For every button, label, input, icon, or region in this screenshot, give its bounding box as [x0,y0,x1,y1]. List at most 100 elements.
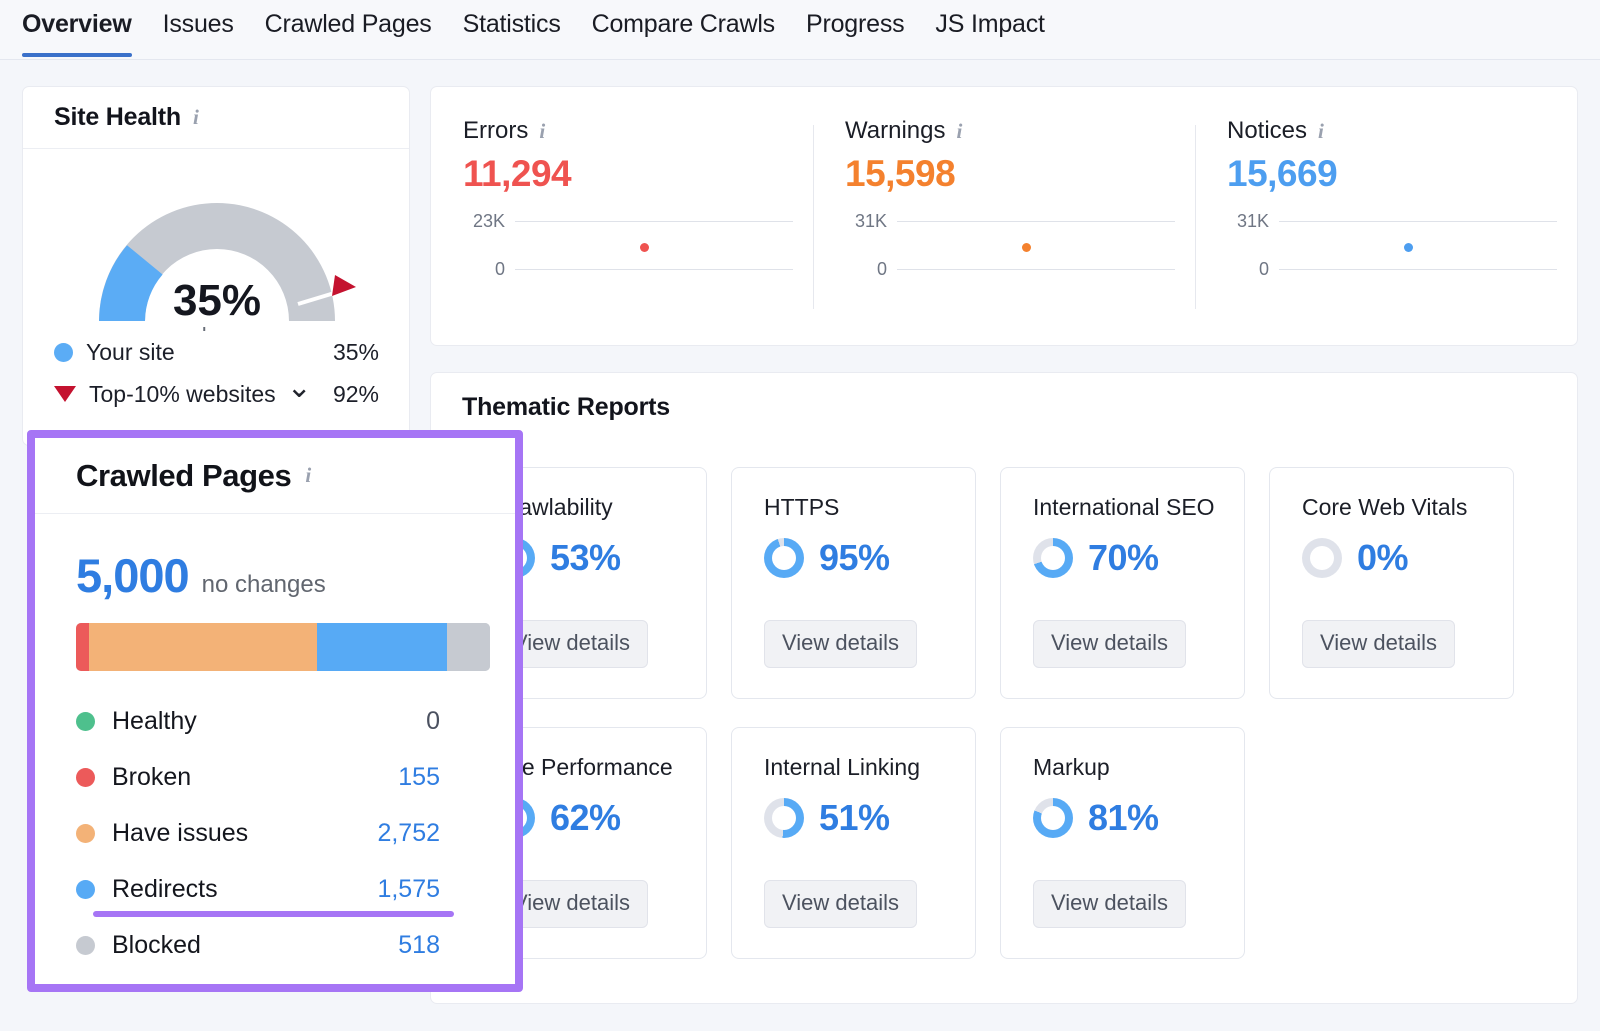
crawled-pages-row-value[interactable]: 518 [398,931,490,960]
issue-sparkline: 23K0 [463,213,793,283]
crawled-pages-title: Crawled Pages [76,458,291,494]
thematic-card-https[interactable]: HTTPS95%View details [731,467,976,699]
bar-segment-redirects [317,623,447,671]
thematic-card-metric: 53% [495,537,706,579]
donut-progress-icon [1033,798,1073,838]
thematic-card-title: Core Web Vitals [1302,494,1513,521]
issue-sparkline: 31K0 [845,213,1175,283]
legend-label: Your site [86,339,175,366]
info-icon[interactable]: i [539,121,545,142]
crawled-pages-row-label: Have issues [112,819,248,848]
info-icon[interactable]: i [305,465,311,486]
legend-value: 35% [333,339,379,366]
thematic-card-core-web-vitals[interactable]: Core Web Vitals 0% View details [1269,467,1514,699]
thematic-card-metric: 95% [764,537,975,579]
tab-overview[interactable]: Overview [22,0,132,57]
tab-crawled-pages[interactable]: Crawled Pages [265,0,432,57]
tab-js-impact[interactable]: JS Impact [935,0,1044,57]
issue-count: 11,294 [463,153,813,195]
issue-header: Warnings i [845,117,1195,145]
crawled-pages-row-have-issues[interactable]: Have issues 2,752 [76,805,490,861]
legend-dot-icon [76,824,95,843]
crawled-pages-row-healthy[interactable]: Healthy 0 [76,693,490,749]
issue-count: 15,598 [845,153,1195,195]
view-details-button[interactable]: View details [1033,880,1186,928]
thematic-card-markup[interactable]: Markup 81% View details [1000,727,1245,959]
thematic-card-title: Site Performance [495,754,706,781]
gauge-svg: 35% no changes [23,171,411,331]
chevron-down-icon[interactable]: ⌄ [287,373,312,403]
view-details-button[interactable]: View details [1302,620,1455,668]
thematic-card-percent: 51% [819,797,890,839]
thematic-card-percent: 81% [1088,797,1159,839]
thematic-card-percent: 70% [1088,537,1159,579]
site-health-legend: Your site35%Top-10% websites⌄92% [23,331,409,415]
issue-count: 15,669 [1227,153,1577,195]
gauge-value: 35% [173,276,261,325]
issue-sparkline: 31K 0 [1227,213,1557,283]
thematic-card-title: Crawlability [495,494,706,521]
bar-segment-blocked [447,623,490,671]
crawled-pages-row-label: Redirects [112,875,218,904]
thematic-card-international-seo[interactable]: International SEO70%View details [1000,467,1245,699]
crawled-pages-header: Crawled Pages i [35,438,515,514]
legend-dot-icon [76,768,95,787]
crawled-pages-card: Crawled Pages i 5,000 no changes Healthy… [35,438,515,984]
thematic-card-metric: 0% [1302,537,1513,579]
site-health-legend-row: Top-10% websites⌄92% [23,373,409,415]
main-tab-bar: Overview Issues Crawled Pages Statistics Com… [0,0,1600,60]
tab-issues[interactable]: Issues [163,0,234,57]
tab-compare-crawls[interactable]: Compare Crawls [592,0,775,57]
crawled-pages-stacked-bar [76,623,490,671]
thematic-card-metric: 81% [1033,797,1244,839]
crawled-pages-row-value[interactable]: 2,752 [377,819,490,848]
issue-column-warnings: Warnings i 15,598 31K0 [813,117,1195,345]
sparkline-axis-bottom: 0 [1259,259,1269,280]
sparkline-axis-top: 31K [1237,211,1269,232]
view-details-button[interactable]: View details [764,620,917,668]
sparkline-point [1404,243,1413,252]
crawled-pages-row-redirects[interactable]: Redirects 1,575 [76,861,490,917]
thematic-card-internal-linking[interactable]: Internal Linking 51% View details [731,727,976,959]
view-details-button[interactable]: View details [764,880,917,928]
issue-header: Errorsi [463,117,813,145]
legend-dot-icon [76,880,95,899]
gauge-change: no changes [160,323,274,331]
crawled-pages-row-value[interactable]: 155 [398,763,490,792]
legend-dot-icon [76,712,95,731]
site-health-legend-row: Your site 35% [23,331,409,373]
issue-label: Warnings [845,117,945,145]
thematic-card-title: Markup [1033,754,1244,781]
thematic-card-percent: 62% [550,797,621,839]
info-icon[interactable]: i [193,107,199,128]
crawled-pages-legend-list: Healthy 0 Broken155 Have issues 2,752 Redirec… [76,693,490,973]
tab-progress[interactable]: Progress [806,0,904,57]
crawled-pages-highlight-box: Crawled Pages i 5,000 no changes Healthy… [27,430,523,992]
info-icon[interactable]: i [1318,121,1324,142]
crawled-pages-row-value[interactable]: 0 [426,707,490,736]
crawled-pages-row-label: Healthy [112,707,197,736]
legend-dot-icon [76,936,95,955]
thematic-card-metric: 51% [764,797,975,839]
issue-column-notices: Noticesi15,66931K0 [1195,117,1577,345]
thematic-card-percent: 95% [819,537,890,579]
donut-progress-icon [764,798,804,838]
tab-statistics[interactable]: Statistics [463,0,561,57]
crawled-pages-row-blocked[interactable]: Blocked 518 [76,917,490,973]
legend-value: 92% [333,381,379,408]
donut-progress-icon [1033,538,1073,578]
thematic-card-metric: 62% [495,797,706,839]
crawled-pages-count: 5,000 [76,548,189,603]
sparkline-point [640,243,649,252]
thematic-reports-title: Thematic Reports [431,373,1577,422]
info-icon[interactable]: i [956,121,962,142]
thematic-card-title: Internal Linking [764,754,975,781]
crawled-pages-row-broken[interactable]: Broken155 [76,749,490,805]
site-health-header: Site Health i [23,87,409,149]
view-details-button[interactable]: View details [1033,620,1186,668]
sparkline-axis-top: 31K [855,211,887,232]
sparkline-axis-top: 23K [473,211,505,232]
crawled-pages-row-value[interactable]: 1,575 [377,875,490,904]
thematic-card-metric: 70% [1033,537,1244,579]
crawled-pages-row-label: Blocked [112,931,201,960]
